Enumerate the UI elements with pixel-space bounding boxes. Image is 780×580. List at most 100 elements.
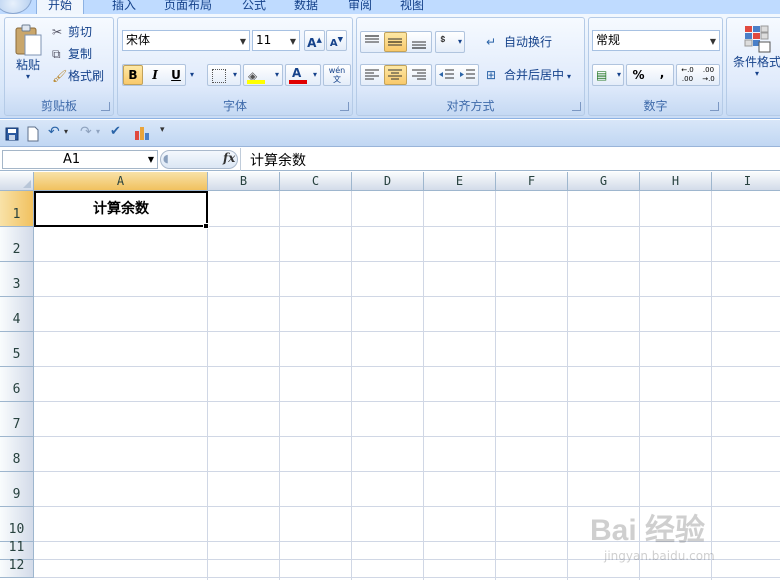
cut-button[interactable]: ✂ 剪切 xyxy=(51,21,111,41)
spell-check-icon[interactable]: ✔ xyxy=(110,124,121,139)
cell-a1[interactable]: 计算余数 xyxy=(34,191,208,227)
wrap-text-button[interactable]: ↵ 自动换行 xyxy=(485,31,583,53)
undo-dropdown-icon[interactable]: ▾ xyxy=(64,127,68,136)
font-dialog-launcher[interactable] xyxy=(340,102,349,111)
column-gridline xyxy=(567,191,568,580)
row-header-3[interactable]: 3 xyxy=(0,262,34,297)
column-header-i[interactable]: I xyxy=(712,172,780,191)
underline-dropdown[interactable]: ▾ xyxy=(186,65,198,85)
column-header-e[interactable]: E xyxy=(424,172,496,191)
font-name-select[interactable]: 宋体 ▼ xyxy=(122,30,250,51)
column-header-c[interactable]: C xyxy=(280,172,352,191)
number-dialog-launcher[interactable] xyxy=(710,102,719,111)
align-center-button[interactable] xyxy=(384,65,407,85)
row-header-10[interactable]: 10 xyxy=(0,507,34,542)
fill-color-button[interactable]: ◈ ▾ xyxy=(243,64,283,86)
formula-input[interactable]: 计算余数 xyxy=(250,150,306,170)
font-group: 宋体 ▼ 11 ▼ A▲ A▼ B I U ▾ ▾ ◈ ▾ A ▾ wén 文 … xyxy=(117,17,353,116)
grow-font-button[interactable]: A▲ xyxy=(304,30,325,51)
select-all-button[interactable] xyxy=(0,172,34,191)
align-left-button[interactable] xyxy=(361,65,383,85)
tab-insert[interactable]: 插入 xyxy=(112,0,142,14)
decrease-indent-button[interactable] xyxy=(436,65,457,85)
row-header-12[interactable]: 12 xyxy=(0,559,34,578)
decrease-decimal-button[interactable]: .00 →.0 xyxy=(698,65,719,85)
name-box[interactable]: A1 ▼ xyxy=(2,150,158,169)
tab-formulas[interactable]: 公式 xyxy=(242,0,272,14)
underline-button[interactable]: U xyxy=(167,65,185,85)
select-all-triangle-icon xyxy=(23,180,31,188)
paste-label: 粘贴 xyxy=(15,58,40,72)
cut-label: 剪切 xyxy=(68,25,93,39)
customize-qat-icon[interactable]: ▾ xyxy=(160,125,165,135)
tab-home[interactable]: 开始 xyxy=(36,0,84,14)
row-header-6[interactable]: 6 xyxy=(0,367,34,402)
redo-dropdown-icon[interactable]: ▾ xyxy=(96,127,100,136)
align-top-icon xyxy=(365,35,379,43)
row-header-1[interactable]: 1 xyxy=(0,191,34,227)
redo-icon[interactable]: ↷ xyxy=(80,124,92,140)
undo-icon[interactable]: ↶ xyxy=(48,124,60,140)
format-painter-button[interactable]: 🖌格式刷 xyxy=(51,65,113,85)
increase-indent-button[interactable] xyxy=(457,65,478,85)
paste-button[interactable]: 粘贴 ▾ xyxy=(8,20,48,92)
column-header-d[interactable]: D xyxy=(352,172,424,191)
bold-button[interactable]: B xyxy=(123,65,143,85)
clipboard-dialog-launcher[interactable] xyxy=(101,102,110,111)
row-header-7[interactable]: 7 xyxy=(0,402,34,437)
row-header-2[interactable]: 2 xyxy=(0,227,34,262)
font-size-select[interactable]: 11 ▼ xyxy=(252,30,300,51)
shrink-font-icon: A▼ xyxy=(329,36,344,50)
ribbon: 粘贴 ▾ ✂ 剪切 ⧉ 复制 🖌格式刷 剪贴板 宋体 ▼ 11 ▼ A▲ A▼ B … xyxy=(0,14,780,119)
column-header-h[interactable]: H xyxy=(640,172,712,191)
comma-style-button[interactable]: , xyxy=(651,65,673,85)
number-group-label: 数字 xyxy=(643,99,668,113)
office-button[interactable] xyxy=(0,0,32,14)
merge-center-button[interactable]: ⊞ 合并后居中 ▾ xyxy=(485,64,583,86)
expand-handle-icon[interactable]: ◖ xyxy=(163,152,169,165)
column-header-a[interactable]: A xyxy=(34,172,208,191)
italic-button[interactable]: I xyxy=(145,65,165,85)
chart-icon[interactable] xyxy=(133,125,151,141)
column-header-f[interactable]: F xyxy=(496,172,568,191)
copy-button[interactable]: ⧉ 复制 xyxy=(51,43,111,63)
bottom-align-button[interactable] xyxy=(408,32,431,52)
font-color-button[interactable]: A ▾ xyxy=(285,64,321,86)
orientation-button[interactable]: ᙚ ▾ xyxy=(435,31,465,53)
new-document-icon[interactable] xyxy=(26,126,40,142)
fill-color-swatch xyxy=(247,80,265,84)
tab-page-layout[interactable]: 页面布局 xyxy=(164,0,220,14)
alignment-dialog-launcher[interactable] xyxy=(572,102,581,111)
align-center-icon xyxy=(388,69,402,80)
formula-divider xyxy=(240,148,241,171)
column-header-b[interactable]: B xyxy=(208,172,280,191)
quick-access-toolbar: ↶ ▾ ↷ ▾ ✔ ▾ xyxy=(0,120,780,147)
align-right-button[interactable] xyxy=(408,65,431,85)
percent-style-button[interactable]: % xyxy=(627,65,650,85)
middle-align-button[interactable] xyxy=(384,32,407,52)
row-header-5[interactable]: 5 xyxy=(0,332,34,367)
save-icon[interactable] xyxy=(5,127,19,141)
fill-handle[interactable] xyxy=(203,223,209,229)
increase-decimal-button[interactable]: ←.0 .00 xyxy=(677,65,698,85)
insert-function-button[interactable]: fx xyxy=(223,151,235,165)
column-header-g[interactable]: G xyxy=(568,172,640,191)
conditional-format-button[interactable]: 条件格式 ▾ xyxy=(729,20,780,92)
row-header-8[interactable]: 8 xyxy=(0,437,34,472)
wrap-text-label: 自动换行 xyxy=(504,35,553,49)
row-header-4[interactable]: 4 xyxy=(0,297,34,332)
row-header-9[interactable]: 9 xyxy=(0,472,34,507)
shrink-font-button[interactable]: A▼ xyxy=(326,30,347,51)
borders-icon xyxy=(212,69,226,83)
number-format-select[interactable]: 常规 ▼ xyxy=(592,30,720,51)
top-align-button[interactable] xyxy=(361,32,383,52)
tab-view[interactable]: 视图 xyxy=(400,0,430,14)
paintbrush-icon: 🖌 xyxy=(52,69,68,83)
phonetic-guide-button[interactable]: wén 文 xyxy=(323,64,351,86)
borders-button[interactable]: ▾ xyxy=(207,64,241,86)
column-gridline xyxy=(495,191,496,580)
accounting-format-button[interactable]: ▤ ▾ xyxy=(592,64,624,86)
tab-review[interactable]: 审阅 xyxy=(348,0,378,14)
tab-data[interactable]: 数据 xyxy=(294,0,324,14)
formula-bar-controls: ◖ fx xyxy=(160,150,238,169)
